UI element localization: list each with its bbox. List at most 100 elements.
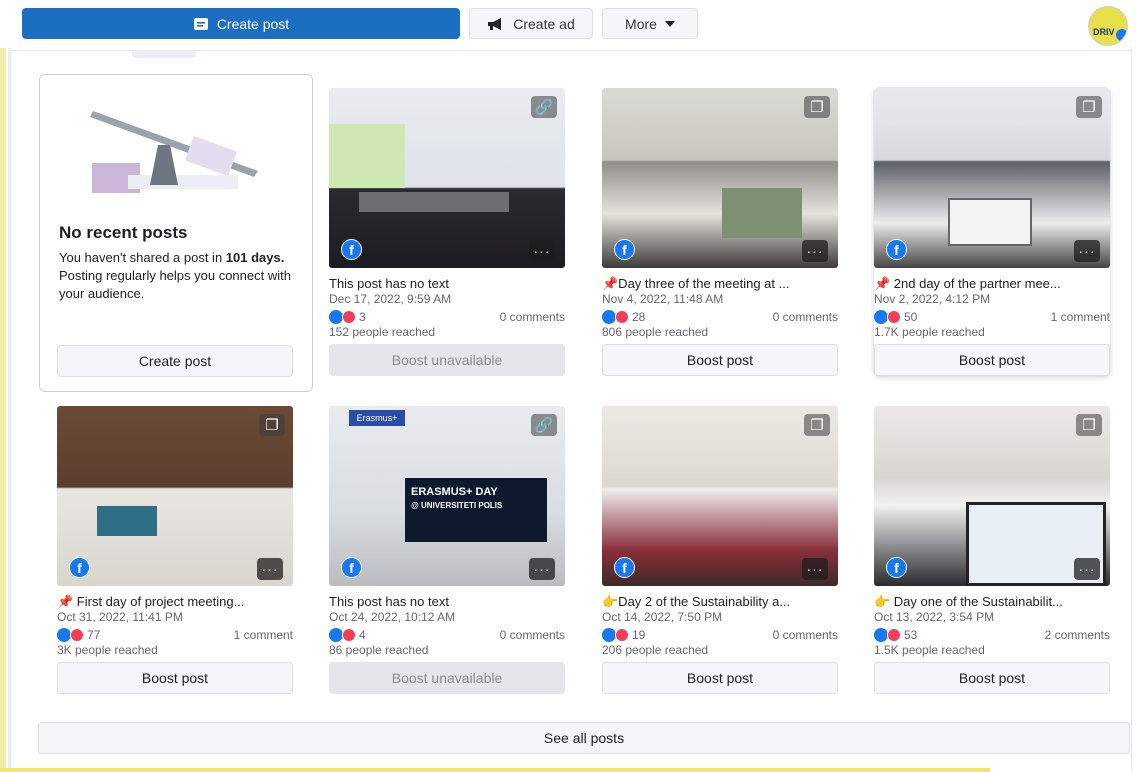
reactions[interactable]: 50 bbox=[874, 310, 917, 324]
album-icon: ❐ bbox=[804, 414, 830, 436]
more-options-icon[interactable]: ··· bbox=[257, 558, 283, 580]
create-post-top-button[interactable]: Create post bbox=[22, 8, 460, 39]
reactions[interactable]: 19 bbox=[602, 628, 645, 642]
reaction-count: 50 bbox=[904, 310, 918, 324]
post-thumbnail[interactable]: ❐ f ··· bbox=[602, 88, 838, 268]
post-stats: 3 0 comments bbox=[329, 309, 565, 325]
facebook-icon: f bbox=[886, 239, 907, 260]
post-card[interactable]: ❐ f ··· 📌Day three of the meeting at ...… bbox=[602, 88, 838, 376]
post-thumbnail[interactable]: ❐ f ··· bbox=[874, 406, 1110, 586]
love-icon bbox=[70, 628, 84, 642]
comment-count: 0 comments bbox=[772, 628, 838, 642]
bottom-accent-bar bbox=[0, 768, 990, 772]
people-reached: 1.5K people reached bbox=[874, 643, 985, 657]
facebook-icon: f bbox=[69, 557, 90, 578]
people-reached: 152 people reached bbox=[329, 325, 436, 339]
laptop bbox=[722, 188, 802, 238]
erasmus-day-sign: ERASMUS+ DAY @ UNIVERSITETI POLIS bbox=[405, 478, 547, 542]
post-stats: 19 0 comments bbox=[602, 627, 838, 643]
album-icon: ❐ bbox=[804, 96, 830, 118]
empty-text-part2: Posting regularly helps you connect with… bbox=[59, 268, 291, 301]
tablet bbox=[97, 506, 157, 536]
left-accent-line bbox=[8, 48, 11, 772]
post-date: Oct 13, 2022, 3:54 PM bbox=[874, 610, 995, 624]
post-card[interactable]: ❐ f ··· 👉Day 2 of the Sustainability a..… bbox=[602, 406, 838, 694]
post-title: This post has no text bbox=[329, 594, 449, 609]
reactions[interactable]: 28 bbox=[602, 310, 645, 324]
boost-unavailable-button[interactable]: Boost unavailable bbox=[329, 344, 565, 376]
love-icon bbox=[615, 310, 629, 324]
create-ad-button[interactable]: Create ad bbox=[469, 8, 593, 39]
post-thumbnail[interactable]: Erasmus+ ERASMUS+ DAY @ UNIVERSITETI POLI… bbox=[329, 406, 565, 586]
like-icon bbox=[329, 310, 343, 324]
post-thumbnail[interactable]: ❐ f ··· bbox=[602, 406, 838, 586]
people-reached: 806 people reached bbox=[602, 325, 709, 339]
album-icon: ❐ bbox=[1076, 96, 1102, 118]
post-date: Nov 2, 2022, 4:12 PM bbox=[874, 292, 991, 306]
boost-post-button[interactable]: Boost post bbox=[57, 662, 293, 694]
post-title: 📌 2nd day of the partner mee... bbox=[874, 276, 1061, 291]
more-options-icon[interactable]: ··· bbox=[1074, 240, 1100, 262]
comment-count: 1 comment bbox=[1050, 310, 1110, 324]
avatar-text: DRIV bbox=[1093, 27, 1115, 37]
comment-count: 0 comments bbox=[499, 310, 565, 324]
post-title: 👉 Day one of the Sustainabilit... bbox=[874, 594, 1063, 609]
empty-text-days: 101 days. bbox=[225, 250, 285, 265]
love-icon bbox=[887, 310, 901, 324]
reaction-count: 77 bbox=[87, 628, 101, 642]
like-icon bbox=[602, 310, 616, 324]
post-thumbnail[interactable]: 🔗 f ··· bbox=[329, 88, 565, 268]
more-options-icon[interactable]: ··· bbox=[529, 558, 555, 580]
facebook-icon: f bbox=[614, 239, 635, 260]
post-thumbnail[interactable]: ❐ f ··· bbox=[57, 406, 293, 586]
post-date: Oct 24, 2022, 10:12 AM bbox=[329, 610, 456, 624]
more-dropdown-button[interactable]: More bbox=[602, 8, 698, 39]
reactions[interactable]: 4 bbox=[329, 628, 366, 642]
more-options-icon[interactable]: ··· bbox=[1074, 558, 1100, 580]
more-options-icon[interactable]: ··· bbox=[802, 240, 828, 262]
boost-post-button[interactable]: Boost post bbox=[602, 344, 838, 376]
post-card[interactable]: ❐ f ··· 👉 Day one of the Sustainabilit..… bbox=[874, 406, 1110, 694]
post-card[interactable]: ❐ f ··· 📌 First day of project meeting..… bbox=[57, 406, 293, 694]
monitor bbox=[948, 198, 1032, 246]
reaction-count: 19 bbox=[632, 628, 646, 642]
comment-count: 0 comments bbox=[499, 628, 565, 642]
facebook-icon: f bbox=[614, 557, 635, 578]
post-stats: 77 1 comment bbox=[57, 627, 293, 643]
post-title: 📌 First day of project meeting... bbox=[57, 594, 245, 609]
people-reached: 1.7K people reached bbox=[874, 325, 985, 339]
more-options-icon[interactable]: ··· bbox=[529, 240, 555, 262]
more-label: More bbox=[625, 15, 657, 32]
boost-post-button[interactable]: Boost post bbox=[874, 662, 1110, 694]
boost-unavailable-button[interactable]: Boost unavailable bbox=[329, 662, 565, 694]
love-icon bbox=[887, 628, 901, 642]
like-icon bbox=[329, 628, 343, 642]
reaction-count: 4 bbox=[359, 628, 366, 642]
boost-post-button[interactable]: Boost post bbox=[874, 344, 1110, 376]
post-title: This post has no text bbox=[329, 276, 449, 291]
reactions[interactable]: 53 bbox=[874, 628, 917, 642]
reaction-count: 3 bbox=[359, 310, 366, 324]
post-card[interactable]: Erasmus+ ERASMUS+ DAY @ UNIVERSITETI POLI… bbox=[329, 406, 565, 694]
comment-count: 1 comment bbox=[233, 628, 293, 642]
post-stats: 50 1 comment bbox=[874, 309, 1110, 325]
post-thumbnail[interactable]: ❐ f ··· bbox=[874, 88, 1110, 268]
see-all-posts-button[interactable]: See all posts bbox=[38, 722, 1130, 754]
empty-text-part1: You haven't shared a post in bbox=[59, 250, 226, 265]
create-post-button[interactable]: Create post bbox=[57, 345, 293, 377]
boost-post-button[interactable]: Boost post bbox=[602, 662, 838, 694]
reactions[interactable]: 3 bbox=[329, 310, 366, 324]
post-card[interactable]: ❐ f ··· 📌 2nd day of the partner mee... … bbox=[874, 88, 1110, 376]
post-card[interactable]: 🔗 f ··· This post has no text Dec 17, 20… bbox=[329, 88, 565, 376]
facebook-icon: f bbox=[341, 239, 362, 260]
post-icon bbox=[193, 17, 208, 30]
reactions[interactable]: 77 bbox=[57, 628, 100, 642]
more-options-icon[interactable]: ··· bbox=[802, 558, 828, 580]
page-avatar[interactable]: DRIV bbox=[1088, 6, 1128, 46]
no-recent-posts-card: No recent posts You haven't shared a pos… bbox=[39, 74, 313, 392]
link-icon: 🔗 bbox=[531, 96, 557, 118]
album-icon: ❐ bbox=[1076, 414, 1102, 436]
empty-state-text: You haven't shared a post in 101 days. P… bbox=[59, 249, 299, 303]
projection-screen bbox=[329, 124, 405, 188]
post-date: Dec 17, 2022, 9:59 AM bbox=[329, 292, 452, 306]
